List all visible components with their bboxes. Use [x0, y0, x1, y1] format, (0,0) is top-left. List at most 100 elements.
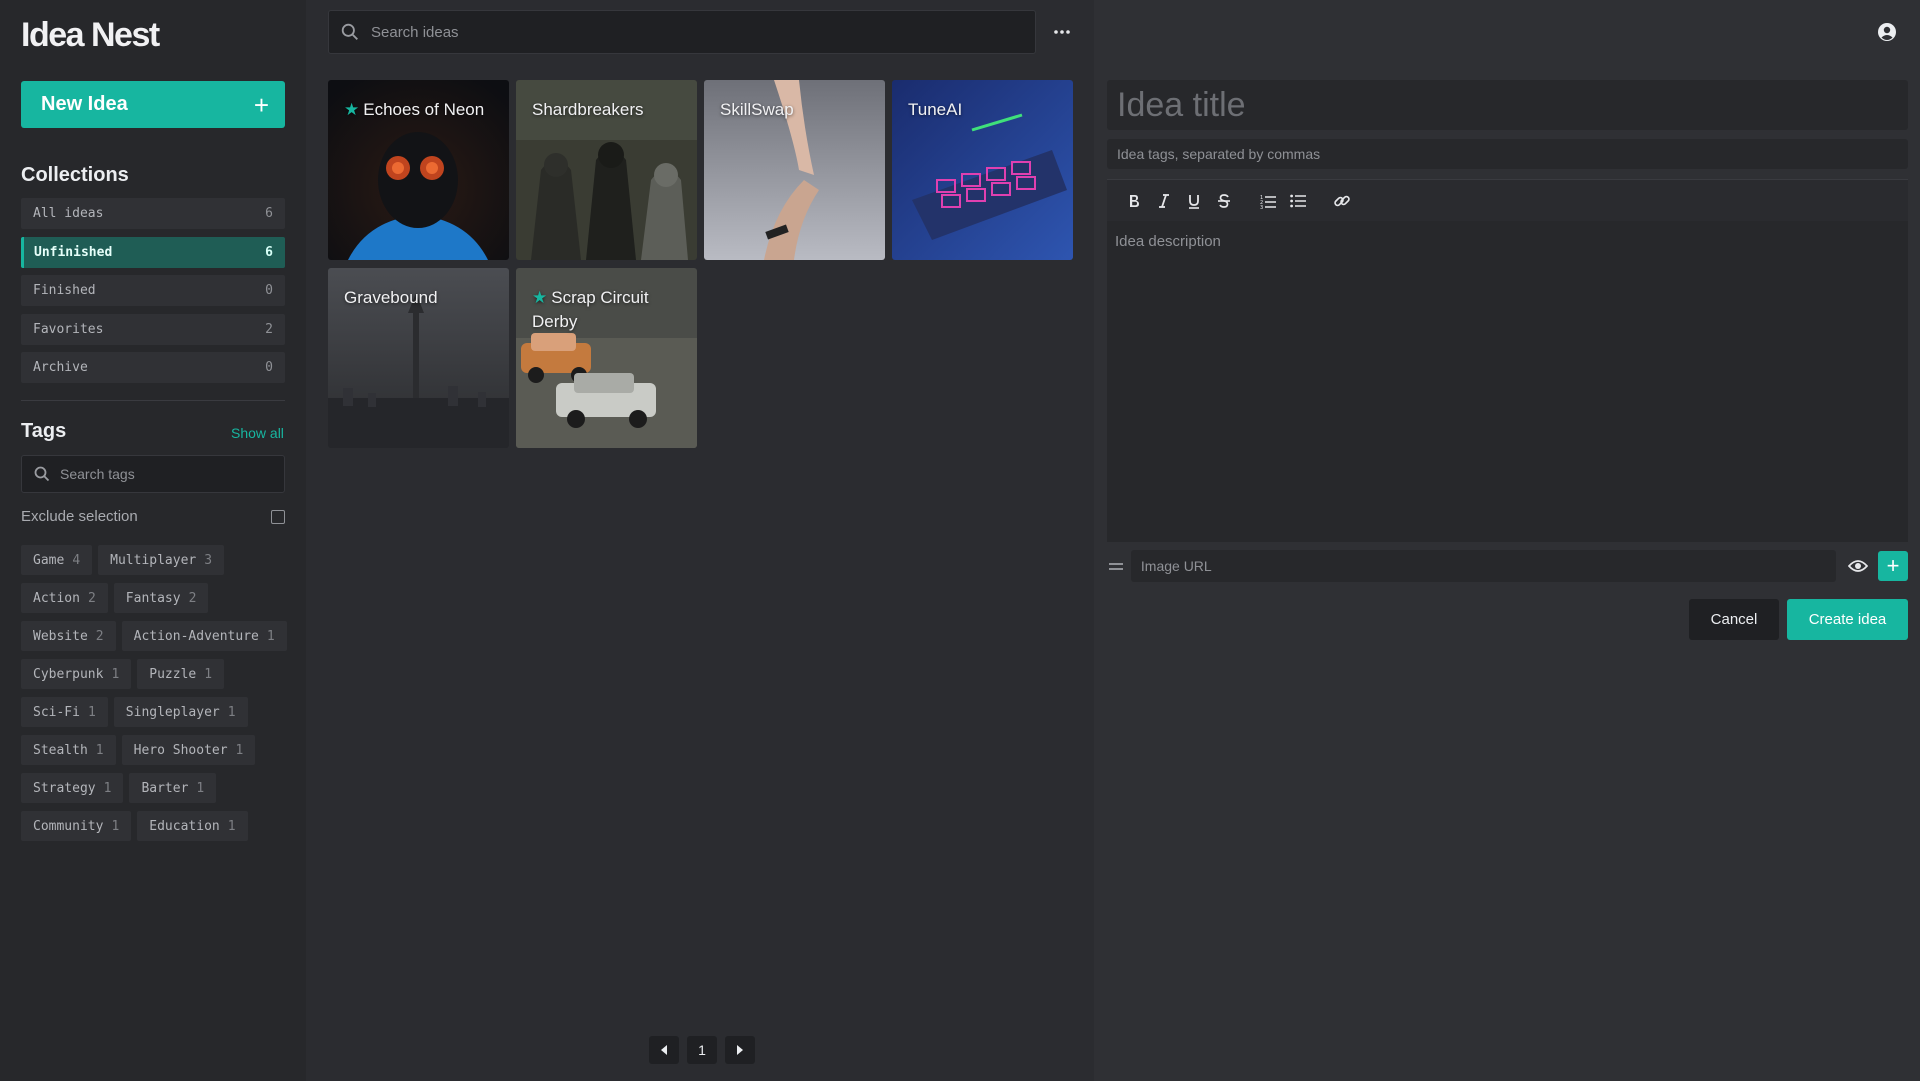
- tag-chip[interactable]: Puzzle 1: [137, 659, 225, 689]
- collection-label: All ideas: [33, 206, 104, 221]
- tag-chip[interactable]: Stealth 1: [21, 735, 116, 765]
- link-icon[interactable]: [1327, 187, 1357, 215]
- tag-chip[interactable]: Website 2: [21, 621, 116, 651]
- tag-name: Strategy: [33, 780, 96, 796]
- ordered-list-icon[interactable]: 123: [1253, 187, 1283, 215]
- new-idea-label: New Idea: [41, 93, 128, 115]
- tag-name: Sci-Fi: [33, 704, 80, 720]
- pagination: 1: [649, 1036, 755, 1064]
- tag-chip[interactable]: Fantasy 2: [113, 583, 209, 613]
- collection-count: 6: [265, 245, 273, 260]
- next-page-button[interactable]: [725, 1036, 755, 1064]
- tag-name: Community: [33, 818, 104, 834]
- more-options-icon[interactable]: [1050, 20, 1074, 44]
- idea-card[interactable]: ★ Scrap Circuit Derby: [516, 268, 697, 448]
- collection-label: Archive: [33, 360, 88, 375]
- tag-count: 3: [204, 552, 213, 568]
- idea-card[interactable]: Shardbreakers: [516, 80, 697, 260]
- idea-tags-input[interactable]: [1117, 146, 1898, 162]
- tag-chip[interactable]: Action 2: [21, 583, 108, 613]
- bold-icon[interactable]: [1119, 187, 1149, 215]
- previous-page-button[interactable]: [649, 1036, 679, 1064]
- tag-name: Game: [33, 552, 65, 568]
- tag-name: Website: [33, 628, 88, 644]
- exclude-selection-checkbox[interactable]: [271, 509, 285, 524]
- collection-count: 2: [265, 322, 273, 337]
- tag-chip[interactable]: Game 4: [21, 545, 93, 575]
- collection-all-ideas[interactable]: All ideas 6: [21, 198, 285, 229]
- tag-count: 4: [72, 552, 81, 568]
- bullet-list-icon[interactable]: [1283, 187, 1313, 215]
- new-idea-button[interactable]: New Idea +: [21, 81, 285, 128]
- tag-count: 1: [266, 628, 275, 644]
- tag-chip[interactable]: Community 1: [21, 811, 132, 841]
- tag-count: 1: [111, 818, 120, 834]
- sidebar: Idea Nest New Idea + Collections All ide…: [0, 0, 306, 1081]
- page-number-button[interactable]: 1: [687, 1036, 717, 1064]
- tag-name: Action-Adventure: [133, 628, 259, 644]
- collection-label: Favorites: [33, 322, 104, 337]
- collection-unfinished[interactable]: Unfinished 6: [21, 237, 285, 268]
- tag-chip[interactable]: Action-Adventure 1: [121, 621, 287, 651]
- caret-right-icon: [737, 1045, 743, 1055]
- search-icon: [34, 466, 50, 482]
- underline-icon[interactable]: [1179, 187, 1209, 215]
- tag-chip[interactable]: Barter 1: [129, 773, 217, 803]
- create-idea-button[interactable]: Create idea: [1787, 599, 1908, 640]
- idea-description-editor[interactable]: Idea description: [1107, 221, 1908, 542]
- tag-list: Game 4 Multiplayer 3 Action 2 Fantasy 2 Webs…: [21, 545, 291, 841]
- user-account-icon[interactable]: [1877, 22, 1897, 42]
- tag-name: Barter: [141, 780, 189, 796]
- tag-count: 2: [95, 628, 104, 644]
- tag-name: Action: [33, 590, 80, 606]
- eye-icon[interactable]: [1842, 550, 1874, 582]
- strikethrough-icon[interactable]: [1209, 187, 1239, 215]
- idea-title: SkillSwap: [720, 100, 794, 119]
- collection-favorites[interactable]: Favorites 2: [21, 314, 285, 345]
- tag-count: 2: [188, 590, 197, 606]
- tag-name: Stealth: [33, 742, 88, 758]
- tag-chip[interactable]: Education 1: [137, 811, 248, 841]
- idea-search-box: [328, 10, 1036, 54]
- search-icon: [341, 23, 358, 40]
- idea-card[interactable]: SkillSwap: [704, 80, 885, 260]
- image-url-input[interactable]: [1140, 558, 1827, 574]
- tag-chip[interactable]: Multiplayer 3: [98, 545, 225, 575]
- italic-icon[interactable]: [1149, 187, 1179, 215]
- tag-chip[interactable]: Hero Shooter 1: [121, 735, 256, 765]
- tag-search-box: [21, 455, 285, 493]
- show-all-tags-link[interactable]: Show all: [231, 425, 284, 441]
- tag-name: Singleplayer: [125, 704, 220, 720]
- drag-handle-icon[interactable]: [1107, 562, 1125, 570]
- collection-count: 0: [265, 360, 273, 375]
- idea-title: Gravebound: [344, 288, 438, 307]
- idea-card[interactable]: TuneAI: [892, 80, 1073, 260]
- tag-count: 2: [87, 590, 96, 606]
- cancel-button[interactable]: Cancel: [1689, 599, 1779, 640]
- plus-icon: +: [253, 89, 269, 120]
- image-url-field: [1130, 550, 1837, 582]
- collection-finished[interactable]: Finished 0: [21, 275, 285, 306]
- tag-search-input[interactable]: [60, 466, 260, 482]
- tag-chip[interactable]: Sci-Fi 1: [21, 697, 108, 727]
- idea-card[interactable]: Gravebound: [328, 268, 509, 448]
- tag-chip[interactable]: Singleplayer 1: [113, 697, 248, 727]
- idea-title-text: Echoes of Neon: [363, 100, 485, 119]
- add-image-button[interactable]: +: [1878, 551, 1908, 581]
- idea-card[interactable]: ★ Echoes of Neon: [328, 80, 509, 260]
- tag-chip[interactable]: Cyberpunk 1: [21, 659, 132, 689]
- tag-chip[interactable]: Strategy 1: [21, 773, 124, 803]
- tag-count: 1: [196, 780, 205, 796]
- svg-text:3: 3: [1260, 205, 1263, 209]
- app-title: Idea Nest: [21, 16, 160, 54]
- collection-archive[interactable]: Archive 0: [21, 352, 285, 383]
- star-icon: ★: [532, 288, 548, 307]
- idea-title-input[interactable]: [1117, 85, 1898, 125]
- tag-name: Multiplayer: [110, 552, 197, 568]
- image-url-row: +: [1107, 549, 1908, 583]
- idea-tags-field: [1107, 139, 1908, 169]
- idea-title: ★ Echoes of Neon: [344, 98, 499, 122]
- plus-icon: +: [1886, 553, 1900, 578]
- tag-count: 1: [227, 704, 236, 720]
- idea-search-input[interactable]: [371, 23, 971, 41]
